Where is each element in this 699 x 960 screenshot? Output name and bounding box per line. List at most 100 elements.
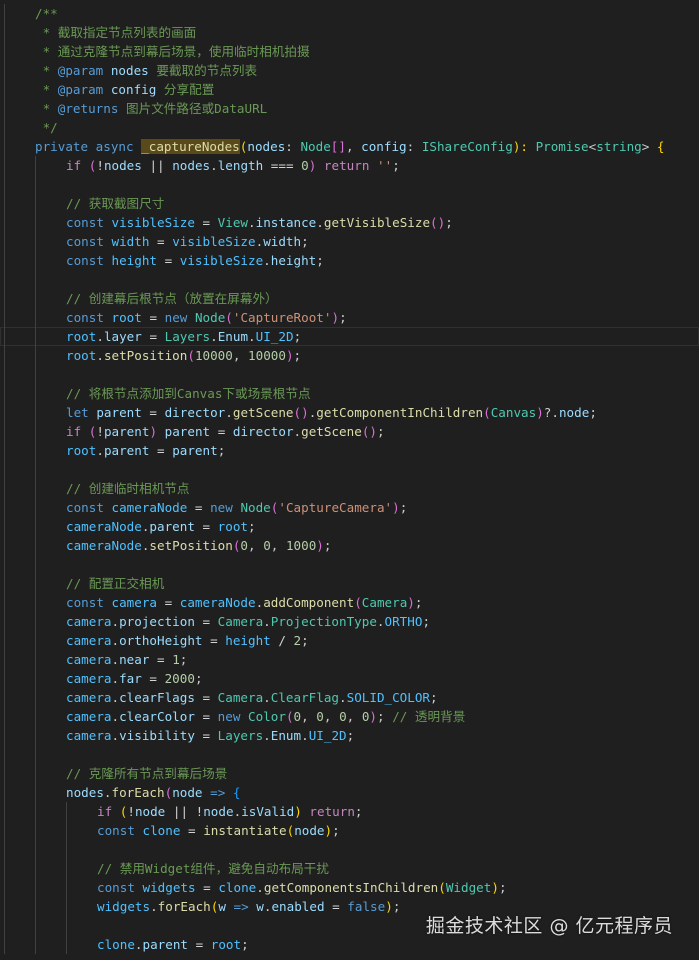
code-line[interactable]: camera.clearFlags = Camera.ClearFlag.SOL…: [0, 688, 699, 707]
code-line[interactable]: const camera = cameraNode.addComponent(C…: [0, 593, 699, 612]
code-line[interactable]: camera.projection = Camera.ProjectionTyp…: [0, 612, 699, 631]
code-line[interactable]: root.setPosition(10000, 10000);: [0, 346, 699, 365]
code-line[interactable]: const visibleSize = View.instance.getVis…: [0, 213, 699, 232]
code-token: !: [127, 804, 135, 819]
code-line[interactable]: * 截取指定节点列表的画面: [0, 23, 699, 42]
code-line[interactable]: let parent = director.getScene().getComp…: [0, 403, 699, 422]
indent-guide: [4, 669, 5, 688]
code-line[interactable]: // 配置正交相机: [0, 574, 699, 593]
indent-guide: [35, 194, 36, 213]
code-line[interactable]: camera.visibility = Layers.Enum.UI_2D;: [0, 726, 699, 745]
code-line[interactable]: if (!node || !node.isValid) return;: [0, 802, 699, 821]
indent-guide: [35, 859, 36, 878]
code-line[interactable]: if (!parent) parent = director.getScene(…: [0, 422, 699, 441]
indent-guide: [35, 897, 36, 916]
code-token: enabled: [271, 899, 325, 914]
code-line[interactable]: [0, 840, 699, 859]
code-line[interactable]: // 创建临时相机节点: [0, 479, 699, 498]
code-token: .: [316, 215, 324, 230]
code-line[interactable]: [0, 460, 699, 479]
code-token: ;: [354, 804, 363, 819]
code-line[interactable]: * @returns 图片文件路径或DataURL: [0, 99, 699, 118]
code-token: .: [263, 253, 271, 268]
code-token: ;: [301, 234, 309, 249]
code-token: parent: [164, 424, 211, 439]
code-token: node: [172, 785, 203, 800]
code-line[interactable]: const widgets = clone.getComponentsInChi…: [0, 878, 699, 897]
code-token: projection: [119, 614, 195, 629]
code-line[interactable]: camera.clearColor = new Color(0, 0, 0, 0…: [0, 707, 699, 726]
code-line[interactable]: [0, 175, 699, 194]
code-token: node: [134, 804, 166, 819]
code-line[interactable]: [0, 365, 699, 384]
code-line[interactable]: [0, 270, 699, 289]
code-token: .: [103, 785, 112, 800]
code-text: const clone = instantiate(node);: [97, 821, 340, 840]
code-line[interactable]: cameraNode.setPosition(0, 0, 1000);: [0, 536, 699, 555]
indent-guide: [4, 270, 5, 289]
code-line[interactable]: nodes.forEach(node => {: [0, 783, 699, 802]
code-line[interactable]: * @param config 分享配置: [0, 80, 699, 99]
code-token: // 禁用Widget组件，避免自动布局干扰: [97, 861, 329, 876]
code-token: director: [232, 424, 294, 439]
code-line[interactable]: const cameraNode = new Node('CaptureCame…: [0, 498, 699, 517]
indent-guide: [4, 4, 5, 23]
code-line[interactable]: camera.orthoHeight = height / 2;: [0, 631, 699, 650]
code-line[interactable]: private async _captureNodes(nodes: Node[…: [0, 137, 699, 156]
code-token: camera: [66, 633, 112, 648]
code-token: Enum: [217, 329, 249, 344]
code-line[interactable]: * 通过克隆节点到幕后场景，使用临时相机拍摄: [0, 42, 699, 61]
code-line[interactable]: // 获取截图尺寸: [0, 194, 699, 213]
code-token: root: [66, 329, 97, 344]
code-line[interactable]: * @param nodes 要截取的节点列表: [0, 61, 699, 80]
code-line[interactable]: /**: [0, 4, 699, 23]
code-token: .: [248, 329, 256, 344]
code-text: * 通过克隆节点到幕后场景，使用临时相机拍摄: [35, 42, 310, 61]
code-token: @param: [57, 82, 104, 97]
code-text: // 禁用Widget组件，避免自动布局干扰: [97, 859, 329, 878]
code-line[interactable]: root.layer = Layers.Enum.UI_2D;: [0, 327, 699, 346]
code-line[interactable]: */: [0, 118, 699, 137]
code-line[interactable]: const height = visibleSize.height;: [0, 251, 699, 270]
code-token: ClearFlag: [270, 690, 340, 705]
code-line[interactable]: camera.far = 2000;: [0, 669, 699, 688]
code-token: ?.: [543, 405, 559, 420]
code-line[interactable]: const clone = instantiate(node);: [0, 821, 699, 840]
indent-guide: [4, 308, 5, 327]
code-token: .: [248, 215, 256, 230]
code-line[interactable]: const root = new Node('CaptureRoot');: [0, 308, 699, 327]
code-token: :: [285, 139, 301, 154]
code-token: (: [112, 804, 128, 819]
code-line[interactable]: cameraNode.parent = root;: [0, 517, 699, 536]
code-token: cameraNode: [66, 538, 142, 553]
code-token: .: [111, 652, 120, 667]
code-line[interactable]: const width = visibleSize.width;: [0, 232, 699, 251]
code-line[interactable]: // 创建幕后根节点（放置在屏幕外）: [0, 289, 699, 308]
code-line[interactable]: // 将根节点添加到Canvas下或场景根节点: [0, 384, 699, 403]
code-line[interactable]: // 禁用Widget组件，避免自动布局干扰: [0, 859, 699, 878]
code-token: */: [35, 120, 58, 135]
code-line[interactable]: if (!nodes || nodes.length === 0) return…: [0, 156, 699, 175]
code-line[interactable]: root.parent = parent;: [0, 441, 699, 460]
code-token: Layers: [217, 728, 264, 743]
code-token: isValid: [241, 804, 295, 819]
code-line[interactable]: [0, 745, 699, 764]
code-line[interactable]: [0, 555, 699, 574]
code-token: =: [141, 329, 165, 344]
indent-guide: [35, 175, 36, 194]
code-line[interactable]: // 克隆所有节点到幕后场景: [0, 764, 699, 783]
code-editor[interactable]: /** * 截取指定节点列表的画面 * 通过克隆节点到幕后场景，使用临时相机拍摄…: [0, 0, 699, 960]
code-text: /**: [35, 4, 58, 23]
indent-guide: [4, 726, 5, 745]
code-token: // 配置正交相机: [66, 576, 165, 591]
code-token: {: [232, 785, 241, 800]
code-line[interactable]: camera.near = 1;: [0, 650, 699, 669]
code-token: 0: [339, 709, 347, 724]
code-token: .: [111, 709, 120, 724]
code-token: if: [66, 158, 82, 173]
